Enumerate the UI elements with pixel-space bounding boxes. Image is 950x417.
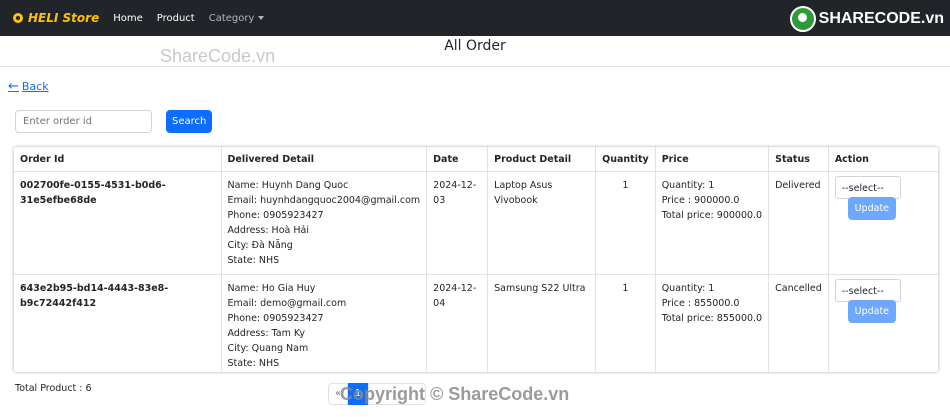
status-select[interactable]: --select-- [834, 279, 901, 302]
cell-quantity: 1 [595, 171, 656, 275]
order-id-search-input[interactable] [15, 110, 152, 133]
cell-delivered-detail: Name: Huynh Dang Quoc Email: huynhdangqu… [221, 171, 428, 275]
detail-state: State: NHS [227, 358, 280, 369]
detail-name: Name: Huynh Dang Quoc [227, 180, 349, 191]
cell-product: Laptop Asus Vivobook [487, 171, 597, 275]
orders-table: Order Id Delivered Detail Date Product D… [14, 147, 938, 372]
detail-state: State: NHS [227, 255, 280, 266]
header-product-detail: Product Detail [487, 147, 597, 172]
nav-category-label: Category [208, 12, 255, 24]
detail-phone: Phone: 0905923427 [227, 313, 324, 324]
header-order-id: Order Id [14, 147, 222, 172]
price-unit: Price : 855000.0 [661, 298, 740, 309]
nav-home[interactable]: Home [113, 13, 143, 24]
detail-address: Address: Hoà Hải [227, 225, 309, 236]
cell-product: Samsung S22 Ultra [487, 274, 597, 372]
total-product-count: Total Product : 6 [15, 383, 92, 394]
store-logo-icon [13, 13, 23, 23]
header-action: Action [828, 147, 938, 172]
sharecode-logo-text: SHARECODE.vn [818, 10, 944, 27]
table-row: 002700fe-0155-4531-b0d6-31e5efbe68de Nam… [14, 171, 938, 275]
price-quantity: Quantity: 1 [661, 180, 715, 191]
cell-status: Delivered [768, 171, 829, 275]
cell-action: --select-- Update [828, 275, 938, 373]
cell-delivered-detail: Name: Ho Gia Huy Email: demo@gmail.com P… [221, 274, 428, 372]
price-total: Total price: 855000.0 [661, 313, 763, 324]
detail-email: Email: demo@gmail.com [227, 298, 347, 309]
header-delivered-detail: Delivered Detail [221, 147, 428, 172]
watermark-text-bottom: Copyright © ShareCode.vn [340, 384, 570, 404]
nav-category-dropdown[interactable]: Category [209, 13, 265, 24]
detail-name: Name: Ho Gia Huy [227, 283, 316, 294]
sharecode-logo-icon [789, 6, 816, 32]
header-status: Status [768, 147, 829, 172]
price-quantity: Quantity: 1 [661, 283, 715, 294]
cell-quantity: 1 [595, 274, 656, 372]
update-button[interactable]: Update [847, 197, 896, 220]
price-unit: Price : 900000.0 [661, 195, 740, 206]
price-total: Total price: 900000.0 [661, 210, 763, 221]
brand-name: HELI Store [28, 11, 100, 25]
cell-action: --select-- Update [828, 171, 938, 275]
detail-address: Address: Tam Ky [227, 328, 306, 339]
sharecode-watermark-logo: SHARECODE.vn [789, 6, 944, 32]
brand[interactable]: HELI Store [13, 11, 99, 25]
detail-phone: Phone: 0905923427 [227, 210, 324, 221]
update-button[interactable]: Update [847, 300, 896, 323]
detail-email: Email: huynhdangquoc2004@gmail.com [227, 195, 421, 206]
top-navbar: HELI Store Home Product Category SHARECO… [0, 0, 950, 36]
table-header-row: Order Id Delivered Detail Date Product D… [14, 147, 938, 172]
detail-city: City: Đà Nẵng [227, 240, 293, 251]
cell-order-id: 643e2b95-bd14-4443-83e8-b9c72442f412 [14, 274, 222, 372]
back-link[interactable]: ← Back [8, 79, 49, 94]
cell-price: Quantity: 1 Price : 900000.0 Total price… [655, 171, 770, 275]
search-button[interactable]: Search [166, 110, 212, 133]
back-label: Back [21, 80, 49, 93]
cell-date: 2024-12-04 [426, 274, 489, 372]
watermark-text-top: ShareCode.vn [160, 46, 276, 66]
arrow-left-icon: ← [8, 79, 19, 94]
cell-price: Quantity: 1 Price : 855000.0 Total price… [655, 274, 770, 372]
header-price: Price [655, 147, 770, 172]
cell-date: 2024-12-03 [426, 171, 489, 275]
detail-city: City: Quang Nam [227, 343, 309, 354]
caret-down-icon [258, 16, 265, 20]
table-row: 643e2b95-bd14-4443-83e8-b9c72442f412 Nam… [14, 274, 938, 373]
cell-order-id: 002700fe-0155-4531-b0d6-31e5efbe68de [14, 171, 222, 275]
cell-status: Cancelled [768, 274, 829, 372]
orders-table-card: Order Id Delivered Detail Date Product D… [14, 147, 938, 372]
header-date: Date [426, 147, 489, 172]
nav-product[interactable]: Product [157, 13, 195, 24]
page-title: All Order [0, 36, 950, 67]
status-select[interactable]: --select-- [834, 176, 901, 199]
header-quantity: Quantity [595, 147, 656, 172]
